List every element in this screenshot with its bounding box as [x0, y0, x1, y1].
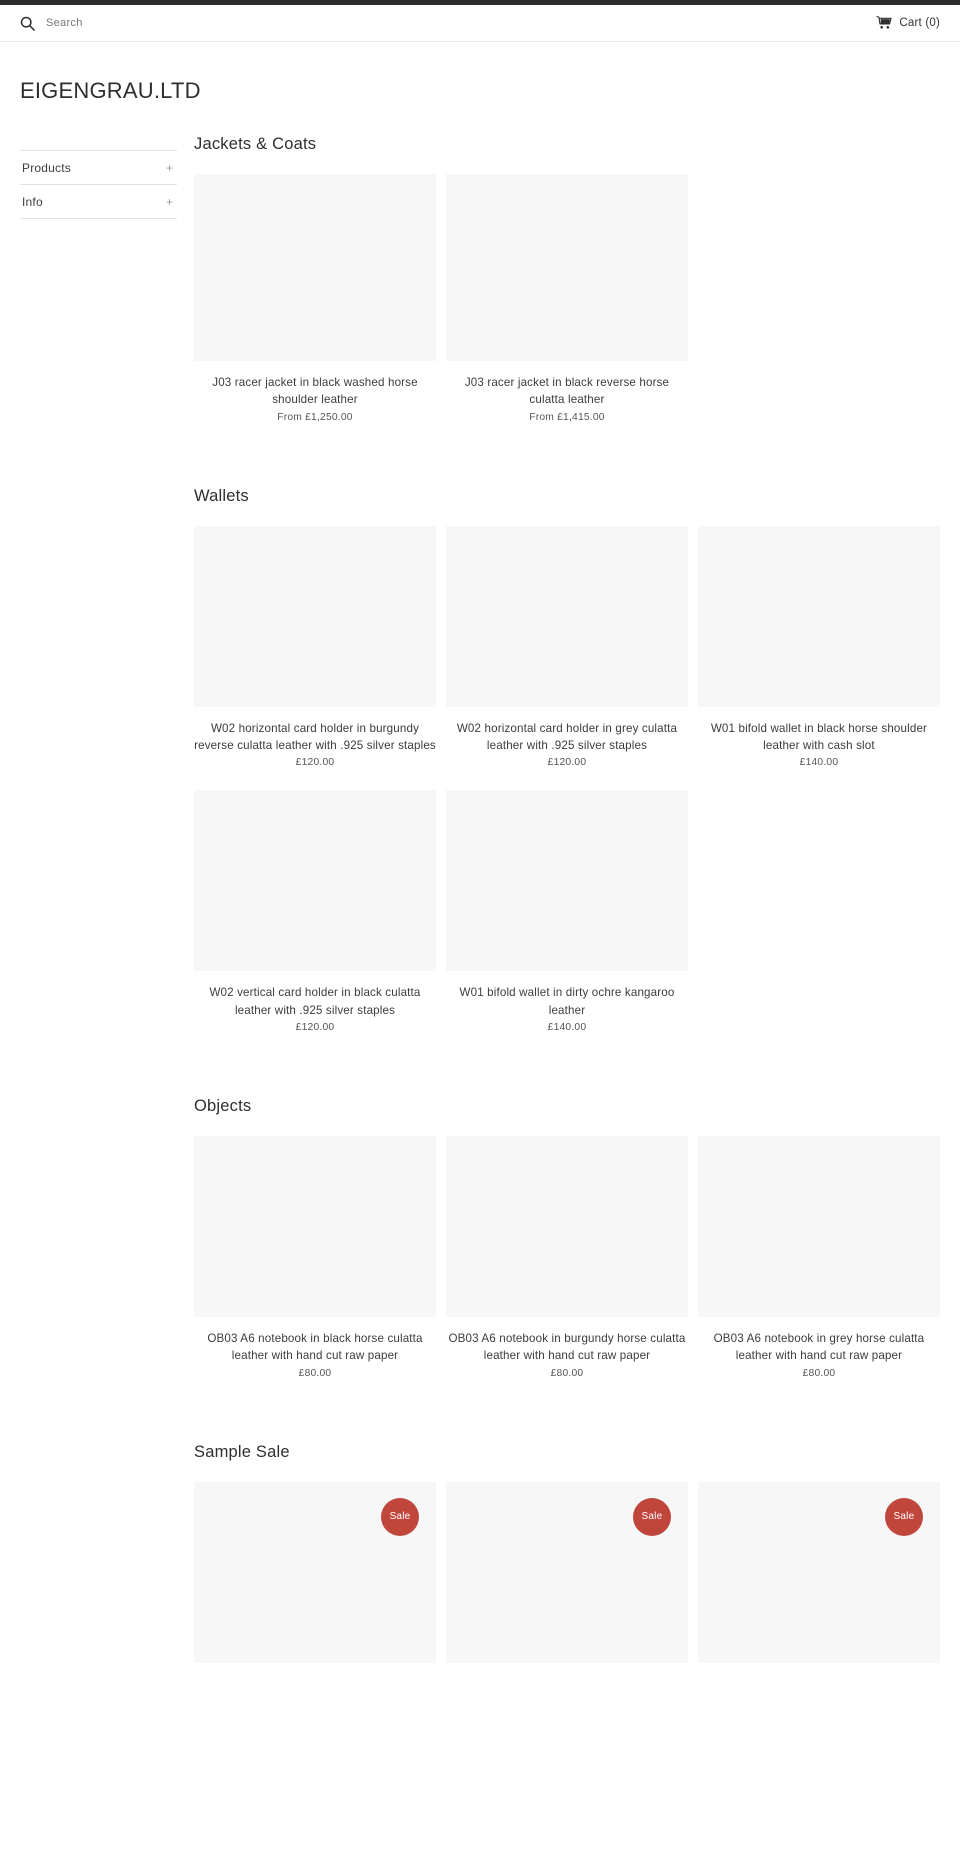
product-image-placeholder[interactable] [194, 173, 436, 361]
product-price: £140.00 [547, 1022, 587, 1034]
page-title[interactable]: EIGENGRAU.LTD [20, 78, 940, 103]
product-card[interactable]: J03 racer jacket in black reverse horse … [441, 173, 693, 423]
plus-icon[interactable]: + [166, 196, 175, 208]
search-input[interactable] [46, 17, 266, 29]
product-image-placeholder[interactable] [445, 173, 688, 361]
collection-title[interactable]: Sample Sale [194, 1443, 940, 1463]
sidebar-item-products[interactable]: Products + [20, 151, 177, 186]
collection-title[interactable]: Wallets [194, 487, 940, 507]
product-image-placeholder[interactable] [445, 525, 688, 707]
collection-title[interactable]: Jackets & Coats [194, 135, 940, 155]
product-image-placeholder[interactable]: Sale [697, 1481, 940, 1663]
status-badge: Sale [632, 1497, 671, 1536]
product-title[interactable]: W02 horizontal card holder in burgundy r… [194, 720, 436, 755]
collection-section: Sample Sale Sale Sale Sale [194, 1443, 940, 1685]
status-badge: Sale [380, 1497, 419, 1536]
product-title[interactable]: W01 bifold wallet in dirty ochre kangaro… [446, 984, 688, 1019]
product-title[interactable]: OB03 A6 notebook in black horse culatta … [194, 1330, 436, 1365]
product-card[interactable]: Sale [693, 1481, 945, 1663]
product-image-placeholder[interactable] [194, 1135, 436, 1317]
utility-bar: Cart (0) [0, 5, 960, 42]
product-grid: J03 racer jacket in black washed horse s… [189, 173, 945, 445]
product-card[interactable]: Sale [189, 1481, 441, 1663]
status-badge: Sale [884, 1497, 923, 1536]
sidebar-item-info[interactable]: Info + [20, 185, 177, 220]
collection-title[interactable]: Objects [194, 1097, 940, 1117]
main-content: Jackets & Coats J03 racer jacket in black… [177, 103, 940, 1684]
product-image-placeholder[interactable] [445, 1135, 688, 1317]
product-title[interactable]: W01 bifold wallet in black horse shoulde… [698, 720, 940, 755]
product-card[interactable]: W02 horizontal card holder in grey culat… [441, 525, 693, 769]
product-price: From £1,415.00 [529, 411, 605, 423]
search-area[interactable] [20, 16, 266, 31]
collection-section: Wallets W02 horizontal card holder in bur… [194, 487, 940, 1055]
product-title[interactable]: J03 racer jacket in black washed horse s… [194, 374, 436, 409]
product-title[interactable]: OB03 A6 notebook in burgundy horse culat… [446, 1330, 688, 1365]
collection-section: Jackets & Coats J03 racer jacket in black… [194, 135, 940, 445]
sidebar-nav: Products + Info + [20, 150, 177, 220]
page-body: Products + Info + Jackets & Coats J03 racer … [0, 103, 960, 1684]
product-price: £120.00 [295, 1022, 335, 1034]
sidebar-item-label: Info [22, 195, 43, 210]
product-card[interactable]: OB03 A6 notebook in burgundy horse culat… [441, 1135, 693, 1379]
cart-label: Cart (0) [899, 17, 940, 29]
product-title[interactable]: W02 horizontal card holder in grey culat… [446, 720, 688, 755]
product-price: From £1,250.00 [277, 411, 353, 423]
product-card[interactable]: W01 bifold wallet in black horse shoulde… [693, 525, 945, 769]
product-card[interactable]: W01 bifold wallet in dirty ochre kangaro… [441, 790, 693, 1033]
product-title[interactable]: OB03 A6 notebook in grey horse culatta l… [698, 1330, 940, 1365]
product-card[interactable]: Sale [441, 1481, 693, 1663]
product-grid: OB03 A6 notebook in black horse culatta … [189, 1135, 945, 1401]
product-price: £80.00 [802, 1367, 836, 1379]
product-image-placeholder[interactable] [697, 1135, 940, 1317]
product-image-placeholder[interactable] [445, 790, 688, 972]
product-image-placeholder[interactable]: Sale [445, 1481, 688, 1663]
product-grid: W02 horizontal card holder in burgundy r… [189, 525, 945, 1056]
sidebar: Products + Info + [20, 103, 177, 220]
product-grid: Sale Sale Sale [189, 1481, 945, 1685]
product-price: £80.00 [298, 1367, 332, 1379]
shopping-cart-icon [876, 16, 892, 30]
product-image-placeholder[interactable] [194, 525, 436, 707]
product-card[interactable]: OB03 A6 notebook in black horse culatta … [189, 1135, 441, 1379]
product-card[interactable]: W02 vertical card holder in black culatt… [189, 790, 441, 1033]
site-header: EIGENGRAU.LTD [0, 42, 960, 103]
product-price: £80.00 [550, 1367, 584, 1379]
search-icon[interactable] [20, 16, 35, 31]
product-card[interactable]: OB03 A6 notebook in grey horse culatta l… [693, 1135, 945, 1379]
product-image-placeholder[interactable] [194, 790, 436, 972]
product-card[interactable]: W02 horizontal card holder in burgundy r… [189, 525, 441, 769]
sidebar-item-label: Products [22, 161, 71, 176]
product-card[interactable]: J03 racer jacket in black washed horse s… [189, 173, 441, 423]
product-price: £120.00 [295, 757, 335, 769]
product-image-placeholder[interactable] [697, 525, 940, 707]
plus-icon[interactable]: + [166, 162, 175, 174]
product-price: £140.00 [799, 757, 839, 769]
product-title[interactable]: J03 racer jacket in black reverse horse … [446, 374, 688, 409]
product-image-placeholder[interactable]: Sale [194, 1481, 436, 1663]
product-price: £120.00 [547, 757, 587, 769]
collection-section: Objects OB03 A6 notebook in black horse c… [194, 1097, 940, 1401]
product-title[interactable]: W02 vertical card holder in black culatt… [194, 984, 436, 1019]
cart-link[interactable]: Cart (0) [876, 16, 940, 30]
